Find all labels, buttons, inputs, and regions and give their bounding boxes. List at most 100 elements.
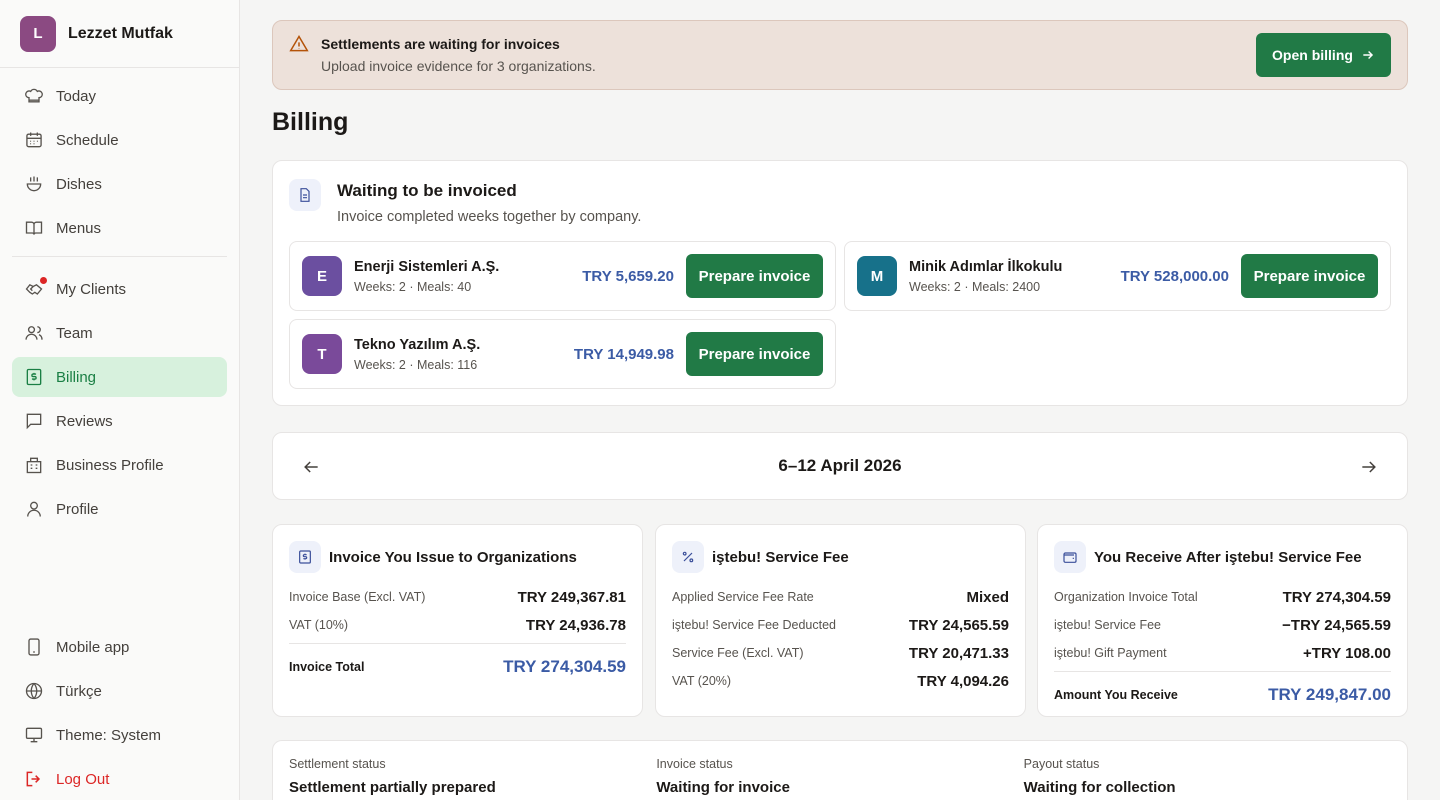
status-label: Invoice status [656, 757, 733, 771]
summary-title: You Receive After iştebu! Service Fee [1094, 548, 1362, 566]
users-icon [24, 323, 44, 343]
brand-avatar: L [20, 15, 56, 52]
row-value: +TRY 108.00 [1303, 644, 1391, 662]
org-amount: TRY 5,659.20 [582, 267, 674, 285]
receipt-icon [289, 541, 321, 573]
sidebar: L Lezzet Mutfak Today Schedule Dishes Me… [0, 0, 240, 800]
waiting-invoiced-card: Waiting to be invoiced Invoice completed… [272, 160, 1408, 406]
brand-header[interactable]: L Lezzet Mutfak [0, 0, 239, 68]
row-value: −TRY 24,565.59 [1282, 616, 1391, 634]
row-label: Organization Invoice Total [1054, 590, 1198, 604]
book-icon [24, 218, 44, 238]
summary-title: Invoice You Issue to Organizations [329, 548, 577, 566]
wallet-icon [1054, 541, 1086, 573]
row-label: VAT (20%) [672, 674, 732, 688]
smartphone-icon [24, 637, 44, 657]
nav-label: Team [56, 324, 93, 342]
total-value: TRY 274,304.59 [503, 656, 626, 676]
monitor-icon [24, 725, 44, 745]
summary-row: Organization Invoice Total TRY 274,304.5… [1054, 583, 1391, 611]
nav-label: Türkçe [56, 682, 102, 700]
row-label: iştebu! Service Fee Deducted [672, 618, 836, 632]
nav-item-schedule[interactable]: Schedule [12, 120, 227, 160]
row-value: TRY 274,304.59 [1282, 588, 1391, 606]
prev-week-arrow-icon[interactable] [301, 457, 321, 477]
waiting-subtitle: Invoice completed weeks together by comp… [337, 209, 642, 225]
summary-row: iştebu! Service Fee −TRY 24,565.59 [1054, 611, 1391, 639]
org-avatar: M [857, 256, 897, 296]
row-value: TRY 4,094.26 [917, 672, 1009, 690]
row-label: iştebu! Gift Payment [1054, 646, 1167, 660]
open-billing-button[interactable]: Open billing [1256, 33, 1391, 77]
alert-title: Settlements are waiting for invoices [321, 36, 560, 52]
nav-label: Today [56, 87, 97, 105]
summary-row: VAT (10%) TRY 24,936.78 [289, 611, 626, 639]
row-label: VAT (10%) [289, 618, 349, 632]
nav-label: My Clients [56, 280, 127, 298]
nav-item-logout[interactable]: Log Out [12, 759, 227, 799]
main-nav: Today Schedule Dishes Menus My Clients T… [12, 76, 227, 533]
percent-icon [672, 541, 704, 573]
nav-label: Profile [56, 500, 99, 518]
summary-row: iştebu! Service Fee Deducted TRY 24,565.… [672, 611, 1009, 639]
receipt-icon [24, 367, 44, 387]
nav-item-reviews[interactable]: Reviews [12, 401, 227, 441]
total-value: TRY 249,847.00 [1268, 684, 1391, 704]
status-label: Payout status [1023, 757, 1100, 771]
prepare-invoice-button[interactable]: Prepare invoice [686, 332, 823, 376]
status-value: Settlement partially prepared [289, 779, 496, 796]
nav-label: Business Profile [56, 456, 164, 474]
summary-row: VAT (20%) TRY 4,094.26 [672, 667, 1009, 695]
globe-icon [24, 681, 44, 701]
row-label: iştebu! Service Fee [1054, 618, 1161, 632]
nav-item-menus[interactable]: Menus [12, 208, 227, 248]
prepare-invoice-button[interactable]: Prepare invoice [1241, 254, 1378, 298]
building-icon [24, 455, 44, 475]
nav-label: Reviews [56, 412, 113, 430]
org-row: T Tekno Yazılım A.Ş. Weeks: 2 · Meals: 1… [289, 319, 836, 389]
main-content: Settlements are waiting for invoices Upl… [272, 20, 1408, 800]
status-value: Waiting for invoice [656, 779, 790, 796]
nav-label: Menus [56, 219, 102, 237]
org-meta: Weeks: 2 · Meals: 116 [354, 357, 478, 372]
settlement-alert: Settlements are waiting for invoices Upl… [272, 20, 1408, 90]
summary-row: Applied Service Fee Rate Mixed [672, 583, 1009, 611]
warning-icon [289, 34, 309, 54]
user-icon [24, 499, 44, 519]
row-value: TRY 249,367.81 [517, 588, 626, 606]
summary-total-row: Amount You Receive TRY 249,847.00 [1054, 671, 1391, 711]
settlement-status: Settlement status Settlement partially p… [289, 757, 656, 800]
nav-item-mobile-app[interactable]: Mobile app [12, 627, 227, 667]
org-row: M Minik Adımlar İlkokulu Weeks: 2 · Meal… [844, 241, 1391, 311]
nav-label: Schedule [56, 131, 119, 149]
nav-item-language[interactable]: Türkçe [12, 671, 227, 711]
message-icon [24, 411, 44, 431]
nav-item-theme[interactable]: Theme: System [12, 715, 227, 755]
nav-item-business-profile[interactable]: Business Profile [12, 445, 227, 485]
calendar-icon [24, 130, 44, 150]
alert-subtitle: Upload invoice evidence for 3 organizati… [321, 58, 596, 74]
nav-label: Mobile app [56, 638, 130, 656]
row-value: TRY 24,565.59 [908, 616, 1009, 634]
logout-icon [24, 769, 44, 789]
nav-item-billing[interactable]: Billing [12, 357, 227, 397]
service-fee-card: iştebu! Service Fee Applied Service Fee … [655, 524, 1026, 717]
nav-item-dishes[interactable]: Dishes [12, 164, 227, 204]
total-label: Amount You Receive [1054, 687, 1178, 702]
nav-divider [12, 256, 227, 257]
payout-status: Payout status Waiting for collection [1024, 757, 1391, 800]
nav-item-my-clients[interactable]: My Clients [12, 269, 227, 309]
status-label: Settlement status [289, 757, 386, 771]
payout-summary-card: You Receive After iştebu! Service Fee Or… [1037, 524, 1408, 717]
summary-row: iştebu! Gift Payment +TRY 108.00 [1054, 639, 1391, 667]
nav-item-today[interactable]: Today [12, 76, 227, 116]
prepare-invoice-button[interactable]: Prepare invoice [686, 254, 823, 298]
nav-item-team[interactable]: Team [12, 313, 227, 353]
row-value: TRY 24,936.78 [525, 616, 626, 634]
document-icon [289, 179, 321, 211]
next-week-arrow-icon[interactable] [1359, 457, 1379, 477]
nav-item-profile[interactable]: Profile [12, 489, 227, 529]
org-meta: Weeks: 2 · Meals: 2400 [909, 279, 1041, 294]
bowl-icon [24, 174, 44, 194]
button-label: Open billing [1272, 47, 1353, 63]
